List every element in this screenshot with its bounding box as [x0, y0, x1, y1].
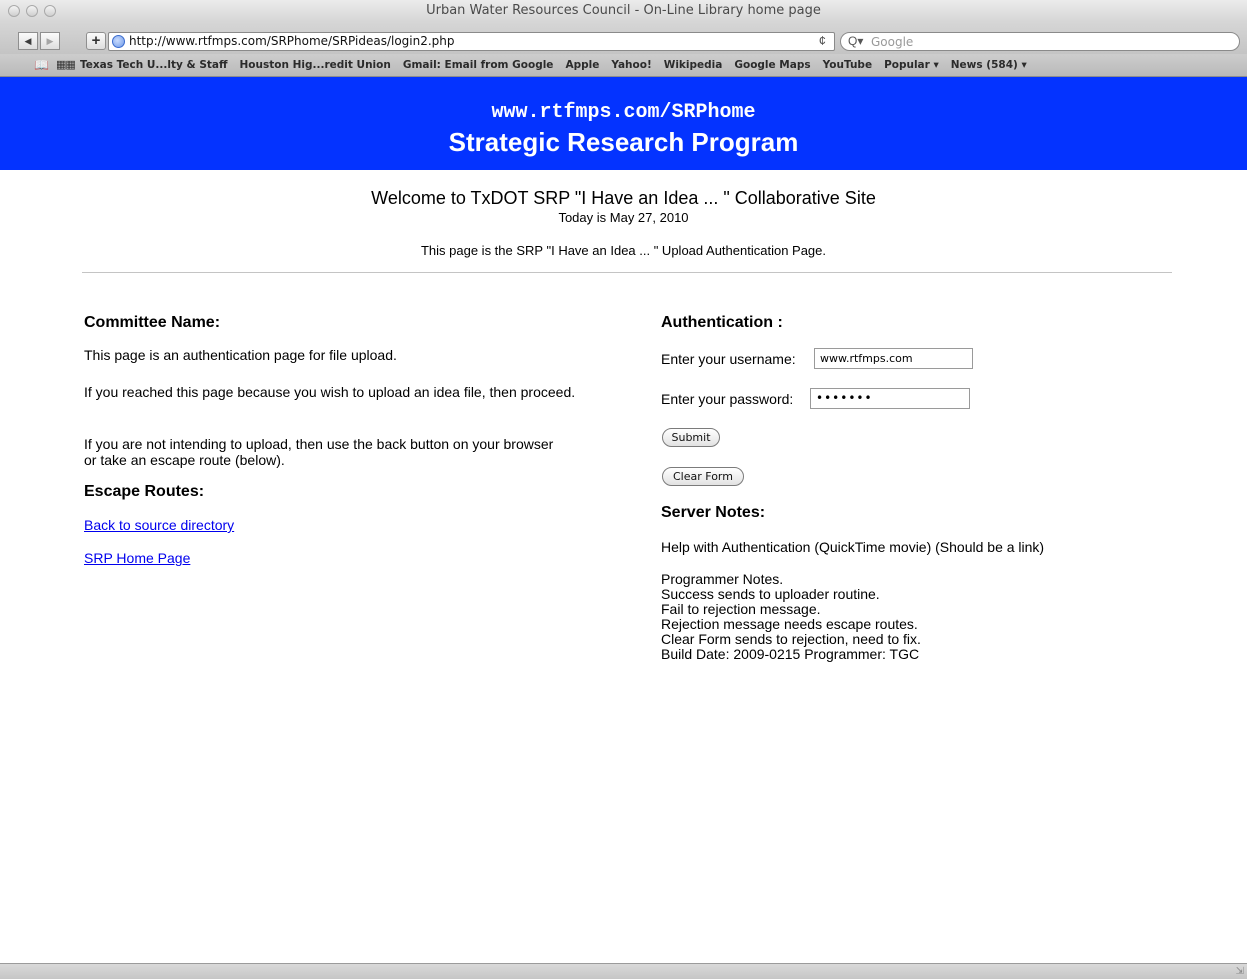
note-line: Rejection message needs escape routes. — [661, 616, 918, 632]
bookmark-item[interactable]: Houston Hig...redit Union — [240, 59, 391, 71]
window-title: Urban Water Resources Council - On-Line … — [426, 3, 821, 18]
banner-title: Strategic Research Program — [448, 127, 799, 157]
auth-description: This page is an authentication page for … — [84, 347, 397, 363]
note-line: Programmer Notes. — [661, 571, 784, 587]
clear-form-button[interactable]: Clear Form — [662, 467, 744, 486]
minimize-window-button[interactable] — [26, 5, 38, 17]
note-line: Clear Form sends to rejection, need to f… — [661, 631, 921, 647]
address-text: http://www.rtfmps.com/SRPhome/SRPideas/l… — [129, 34, 455, 48]
committee-heading: Committee Name: — [84, 314, 221, 331]
search-placeholder: Google — [871, 35, 914, 49]
bookmark-list: Texas Tech U...lty & Staff Houston Hig..… — [80, 59, 1027, 71]
welcome-heading: Welcome to TxDOT SRP "I Have an Idea ...… — [371, 188, 876, 208]
search-input[interactable]: Q▾ Google — [840, 32, 1240, 51]
zoom-window-button[interactable] — [44, 5, 56, 17]
window-titlebar: Urban Water Resources Council - On-Line … — [0, 0, 1247, 22]
browser-toolbar: ◀ ▶ + http://www.rtfmps.com/SRPhome/SRPi… — [0, 22, 1247, 54]
proceed-text: If you reached this page because you wis… — [84, 384, 576, 400]
escape-instructions: If you are not intending to upload, then… — [84, 436, 554, 468]
srp-home-link[interactable]: SRP Home Page — [84, 550, 190, 566]
back-to-source-link[interactable]: Back to source directory — [84, 517, 234, 533]
programmer-notes: Programmer Notes. Success sends to uploa… — [661, 572, 921, 662]
close-window-button[interactable] — [8, 5, 20, 17]
status-bar: ⇲ — [0, 963, 1247, 979]
bookmark-item[interactable]: Google Maps — [734, 59, 810, 71]
password-field[interactable]: ••••••• — [810, 388, 970, 409]
bookmark-item[interactable]: Gmail: Email from Google — [403, 59, 554, 71]
note-line: Build Date: 2009-0215 Programmer: TGC — [661, 646, 920, 662]
address-bar[interactable]: http://www.rtfmps.com/SRPhome/SRPideas/l… — [108, 32, 835, 51]
bookmark-item[interactable]: Apple — [565, 59, 599, 71]
reload-icon[interactable]: ¢ — [819, 33, 826, 48]
resize-grip-icon[interactable]: ⇲ — [1236, 966, 1244, 977]
today-date: Today is May 27, 2010 — [558, 210, 689, 225]
intro-text: This page is the SRP "I Have an Idea ...… — [420, 243, 827, 258]
bookmark-item[interactable]: Popular ▾ — [884, 59, 939, 71]
back-button[interactable]: ◀ — [18, 32, 38, 50]
bookmark-item[interactable]: YouTube — [823, 59, 872, 71]
bookmark-item[interactable]: News (584) ▾ — [951, 59, 1027, 71]
submit-button[interactable]: Submit — [662, 428, 720, 447]
server-notes-heading: Server Notes: — [661, 504, 766, 521]
bookmark-item[interactable]: Texas Tech U...lty & Staff — [80, 59, 228, 71]
add-bookmark-button[interactable]: + — [86, 32, 106, 50]
bookmarks-bar: 📖 ▦▦ Texas Tech U...lty & Staff Houston … — [0, 54, 1247, 77]
horizontal-divider — [82, 272, 1172, 273]
bookmark-item[interactable]: Yahoo! — [611, 59, 651, 71]
globe-icon — [112, 35, 125, 48]
help-text: Help with Authentication (QuickTime movi… — [661, 539, 1045, 555]
grid-icon[interactable]: ▦▦ — [56, 58, 76, 71]
username-label: Enter your username: — [661, 351, 796, 367]
note-line: Fail to rejection message. — [661, 601, 821, 617]
bookmark-item[interactable]: Wikipedia — [664, 59, 723, 71]
forward-button[interactable]: ▶ — [40, 32, 60, 50]
banner-url: www.rtfmps.com/SRPhome — [491, 101, 756, 124]
site-banner: www.rtfmps.com/SRPhome Strategic Researc… — [0, 77, 1247, 170]
authentication-heading: Authentication : — [661, 314, 783, 331]
password-label: Enter your password: — [661, 391, 794, 407]
note-line: Success sends to uploader routine. — [661, 586, 880, 602]
search-icon[interactable]: Q▾ — [848, 34, 863, 48]
book-icon[interactable]: 📖 — [34, 58, 49, 72]
username-field[interactable]: www.rtfmps.com — [814, 348, 973, 369]
escape-routes-heading: Escape Routes: — [84, 483, 205, 500]
